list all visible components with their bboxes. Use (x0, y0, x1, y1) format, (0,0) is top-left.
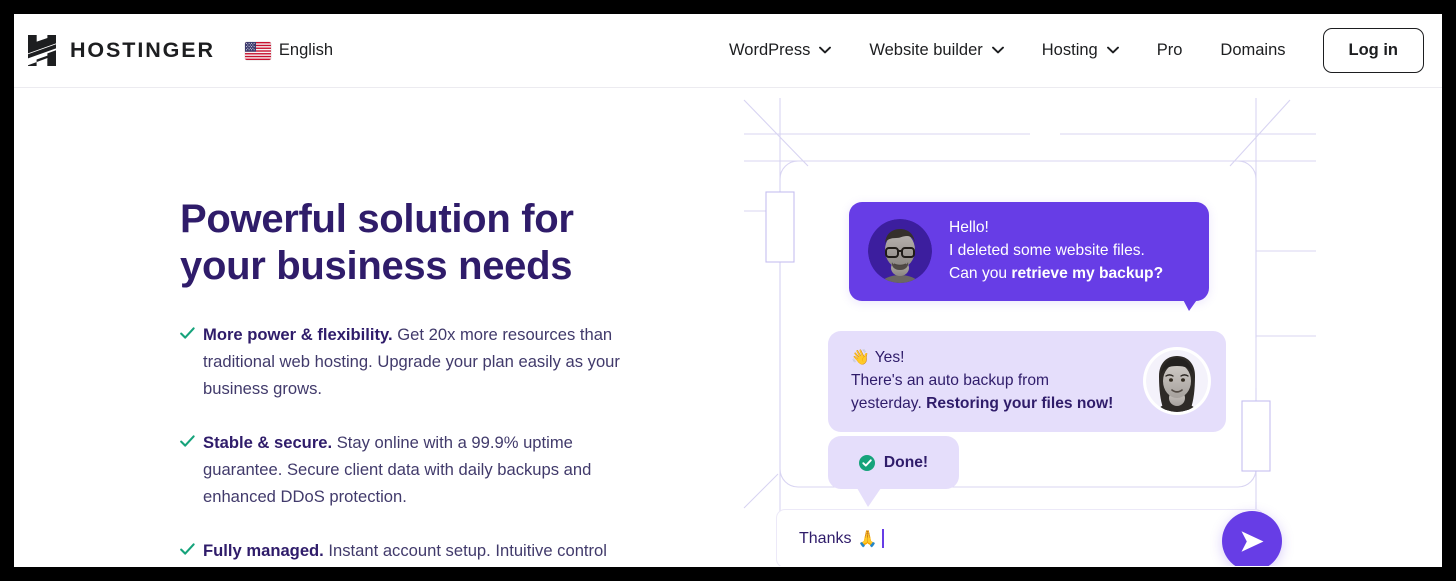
brand-logo-link[interactable]: HOSTINGER (28, 35, 215, 66)
hostinger-h-logo-icon (28, 35, 56, 66)
nav-item-domains[interactable]: Domains (1201, 31, 1304, 70)
text-caret (882, 529, 884, 548)
agent-line-1: 👋 Yes! (851, 349, 905, 366)
nav-item-pro[interactable]: Pro (1138, 31, 1202, 70)
check-icon (180, 435, 195, 447)
brand-name: HOSTINGER (70, 37, 215, 62)
check-icon (180, 327, 195, 340)
send-paper-plane-icon (1241, 530, 1263, 552)
chat-message-user: Hello! I deleted some website files. Can… (849, 202, 1209, 301)
nav-item-label: Domains (1220, 40, 1286, 59)
chat-message-agent-text: 👋 Yes! There's an auto backup from yester… (851, 347, 1134, 416)
nav-item-website-builder[interactable]: Website builder (850, 31, 1022, 70)
agent-avatar-woman (1146, 350, 1208, 413)
agent-line-3: yesterday. Restoring your files now! (851, 394, 1114, 412)
hero-section: Powerful solution for your business need… (14, 88, 1442, 566)
hero-copy: Powerful solution for your business need… (180, 196, 650, 566)
browser-viewport: HOSTINGER English WordPress Website buil… (14, 14, 1442, 567)
user-avatar-man (868, 219, 932, 284)
nav-item-label: Pro (1156, 40, 1183, 59)
feature-title: Stable & secure. (203, 433, 333, 452)
feature-title: Fully managed. (203, 540, 324, 560)
pray-emoji-icon: 🙏 (857, 530, 878, 548)
list-item: More power & flexibility. Get 20x more r… (180, 322, 650, 403)
login-button[interactable]: Log in (1322, 28, 1424, 73)
chat-input-value: Thanks 🙏 (799, 529, 884, 549)
nav-item-label: Website builder (869, 40, 983, 59)
chat-message-done: Done! (828, 436, 959, 489)
chevron-down-icon (819, 47, 832, 54)
user-line-3: Can you retrieve my backup? (949, 264, 1164, 282)
nav-item-hosting[interactable]: Hosting (1023, 31, 1138, 70)
page-title: Powerful solution for your business need… (180, 197, 574, 289)
chevron-down-icon (1106, 47, 1119, 54)
main-navigation: WordPress Website builder Hosting Pro Do… (710, 28, 1424, 73)
check-icon (180, 542, 195, 555)
nav-item-label: Hosting (1041, 40, 1098, 59)
chat-message-user-text: Hello! I deleted some website files. Can… (949, 217, 1163, 286)
check-circle-icon (858, 454, 875, 471)
send-button[interactable] (1222, 511, 1282, 566)
feature-list: More power & flexibility. Get 20x more r… (180, 322, 650, 566)
list-item: Fully managed. Instant account setup. In… (180, 538, 650, 566)
user-line-2: I deleted some website files. (949, 241, 1145, 259)
language-selector[interactable]: English (244, 41, 334, 60)
feature-title: More power & flexibility. (203, 325, 393, 345)
wave-emoji-icon: 👋 (851, 349, 870, 366)
chat-messages: Hello! I deleted some website files. Can… (730, 88, 1330, 566)
user-line-1: Hello! (949, 219, 989, 236)
chevron-down-icon (991, 47, 1004, 54)
bubble-tail-done-icon (857, 488, 881, 507)
chat-message-agent: 👋 Yes! There's an auto backup from yester… (828, 331, 1226, 432)
chat-input-text: Thanks (799, 529, 852, 547)
language-label: English (278, 41, 334, 60)
nav-item-label: WordPress (729, 40, 811, 59)
us-flag-icon (244, 41, 271, 60)
site-header: HOSTINGER English WordPress Website buil… (14, 14, 1442, 88)
chat-input-row[interactable]: Thanks 🙏 (776, 509, 1264, 566)
chat-illustration: Hello! I deleted some website files. Can… (730, 88, 1330, 566)
agent-line-2: There's an auto backup from (851, 371, 1050, 389)
done-label: Done! (883, 453, 929, 471)
bubble-tail-user-icon (1178, 290, 1204, 311)
nav-item-wordpress[interactable]: WordPress (710, 31, 850, 70)
list-item: Stable & secure. Stay online with a 99.9… (180, 430, 650, 511)
